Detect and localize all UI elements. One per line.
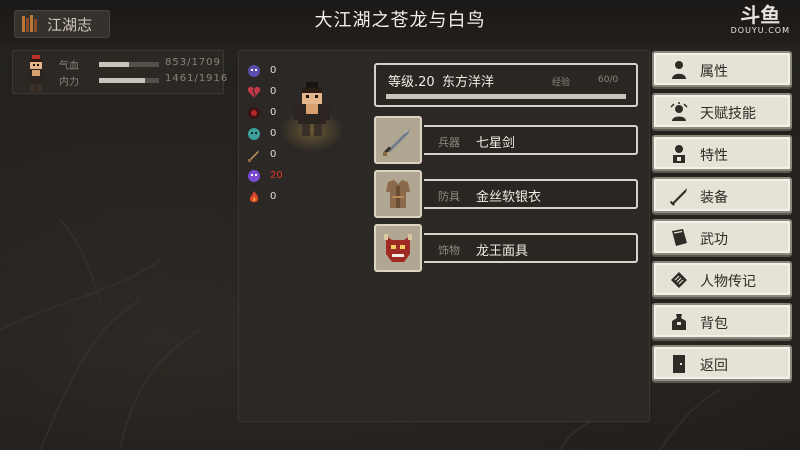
flame-icon xyxy=(249,191,259,203)
equip-slot-label: 兵器 xyxy=(438,136,460,149)
resource-count: 20 xyxy=(270,170,283,181)
hero-sprite xyxy=(294,82,330,136)
douyu-watermark: 斗鱼 DOUYU.COM xyxy=(731,4,790,35)
equip-slot-label: 防具 xyxy=(438,190,460,203)
mp-label: 内力 xyxy=(59,77,79,88)
resource-item: 0 xyxy=(247,148,287,164)
resource-item: 0 xyxy=(247,106,287,122)
exp-label: 经验 xyxy=(552,78,571,88)
menu-martial-arts-button[interactable]: 武功 xyxy=(652,219,792,255)
exp-value: 60/0 xyxy=(598,75,619,85)
exp-bar-fill xyxy=(386,94,626,99)
resource-count: 0 xyxy=(270,128,277,139)
equip-name: 七星剑 xyxy=(476,136,516,151)
exp-bar xyxy=(386,94,626,99)
scroll-icon xyxy=(671,272,687,288)
resource-item: 20 xyxy=(247,169,287,185)
level-text: 等级.20 xyxy=(388,75,435,90)
door-icon xyxy=(673,355,685,373)
equip-slot-armor[interactable]: 防具 金丝软银衣 xyxy=(374,170,638,218)
menu-biography-button[interactable]: 人物传记 xyxy=(652,261,792,297)
dragon-mask-icon xyxy=(384,234,412,262)
resource-count: 0 xyxy=(270,107,277,118)
hp-row: 气血 853/1709 xyxy=(59,57,229,72)
sword-icon xyxy=(669,188,687,206)
equip-slot-accessory[interactable]: 饰物 龙王面具 xyxy=(374,224,638,272)
character-status-box: 气血 853/1709 内力 1461/1916 xyxy=(12,50,227,94)
mp-bar xyxy=(99,78,159,83)
resource-count: 0 xyxy=(270,86,277,97)
menu-label: 属性 xyxy=(700,64,728,80)
broken-heart-icon xyxy=(247,86,261,98)
hp-bar-fill xyxy=(99,62,129,67)
talent-icon xyxy=(670,102,688,121)
resource-count: 0 xyxy=(270,149,277,160)
equip-icon-frame xyxy=(374,170,422,218)
game-title: 大江湖之苍龙与白鸟 xyxy=(314,10,486,31)
equip-bar: 兵器 七星剑 xyxy=(424,125,638,155)
hp-bar xyxy=(99,62,159,67)
character-name: 东方洋洋 xyxy=(442,75,495,90)
hp-label: 气血 xyxy=(59,61,79,72)
watermark-domain: DOUYU.COM xyxy=(730,26,790,35)
menu-label: 人物传记 xyxy=(700,274,756,290)
equip-name: 龙王面具 xyxy=(476,244,529,259)
menu-label: 返回 xyxy=(700,358,728,374)
menu-label: 特性 xyxy=(700,148,728,164)
bag-icon xyxy=(672,314,686,330)
sword-icon xyxy=(383,128,410,156)
dagger-icon xyxy=(248,150,259,162)
resource-count: 0 xyxy=(270,191,277,202)
menu-label: 背包 xyxy=(700,316,728,332)
equip-bar: 饰物 龙王面具 xyxy=(424,233,638,263)
top-bar: 江湖志 大江湖之苍龙与白鸟 斗鱼 DOUYU.COM xyxy=(0,0,800,44)
equip-name: 金丝软银衣 xyxy=(476,190,542,205)
character-avatar xyxy=(28,55,44,92)
menu-talent-button[interactable]: 天赋技能 xyxy=(652,93,792,129)
skull-icon xyxy=(248,65,260,77)
menu-equipment-button[interactable]: 装备 xyxy=(652,177,792,213)
mp-value: 1461/1916 xyxy=(165,73,229,84)
purple-skull-icon xyxy=(248,170,260,182)
watermark-logo: 斗鱼 xyxy=(740,3,781,27)
level-panel: 等级.20 东方洋洋 经验 60/0 xyxy=(374,63,638,107)
mp-bar-fill xyxy=(99,78,145,83)
resource-item: 0 xyxy=(247,85,287,101)
menu-traits-button[interactable]: 特性 xyxy=(652,135,792,171)
menu-label: 武功 xyxy=(700,232,728,248)
person-icon xyxy=(672,61,686,79)
teal-skull-icon xyxy=(248,128,260,140)
book-icon xyxy=(672,229,687,246)
equip-icon-frame xyxy=(374,224,422,272)
equip-slot-label: 饰物 xyxy=(438,244,460,257)
menu-backpack-button[interactable]: 背包 xyxy=(652,303,792,339)
resource-count: 0 xyxy=(270,65,277,76)
menu-label: 天赋技能 xyxy=(700,106,756,122)
equip-slot-weapon[interactable]: 兵器 七星剑 xyxy=(374,116,638,164)
trait-icon xyxy=(673,145,685,163)
armor-icon xyxy=(386,180,410,208)
menu-attributes-button[interactable]: 属性 xyxy=(652,51,792,87)
resource-item: 0 xyxy=(247,64,287,80)
menu-label: 装备 xyxy=(700,190,728,206)
menu-return-button[interactable]: 返回 xyxy=(652,345,792,381)
hp-value: 853/1709 xyxy=(165,57,221,68)
equip-bar: 防具 金丝软银衣 xyxy=(424,179,638,209)
mp-row: 内力 1461/1916 xyxy=(59,73,229,88)
resource-item: 0 xyxy=(247,190,287,206)
red-orb-icon xyxy=(248,107,260,119)
equip-icon-frame xyxy=(374,116,422,164)
